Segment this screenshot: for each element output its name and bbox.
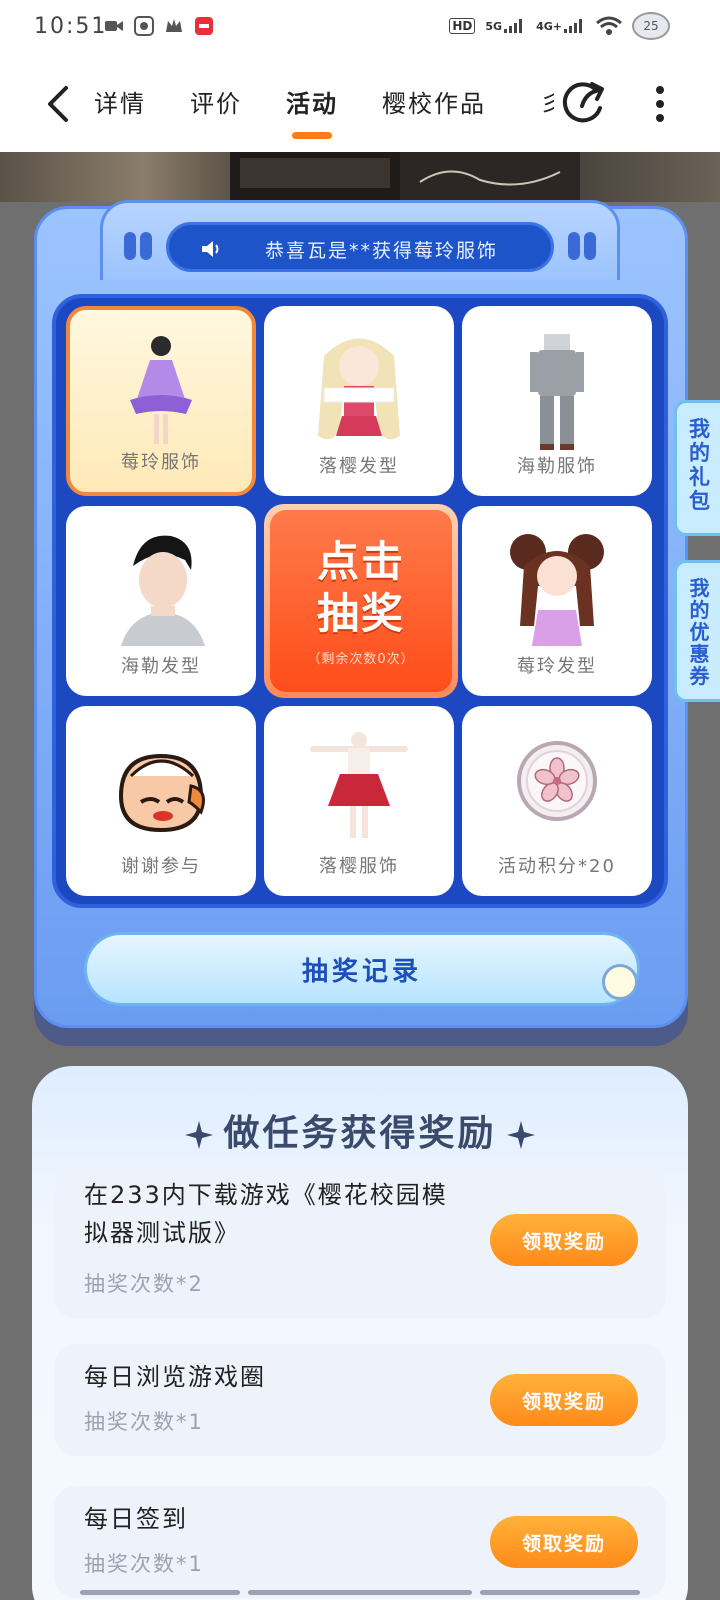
board-deco-left [140,232,152,260]
hd-indicator: HD [449,18,476,34]
tasks-title: 做任务获得奖励 [32,1104,688,1156]
video-icon [105,21,123,31]
sparkle-icon [506,1121,535,1149]
tasks-panel: 做任务获得奖励 在233内下载游戏《樱花校园模拟器测试版》 抽奖次数*2 领取奖… [32,1066,688,1600]
my-gift-pack-label: 我的礼包 [689,417,710,513]
task-item: 在233内下载游戏《樱花校园模拟器测试版》 抽奖次数*2 领取奖励 [54,1168,666,1318]
tab-works[interactable]: 樱校作品 [382,84,486,119]
floating-ball[interactable] [602,964,638,1000]
board-deco-left [124,232,136,260]
task-reward-count: 抽奖次数*1 [84,1410,204,1434]
draw-remaining-count: （剩余次数0次） [307,651,415,667]
blonde-hairstyle-icon [318,338,400,440]
status-notification-icons [104,16,214,36]
prize-label: 海勒发型 [121,656,201,677]
status-bar: 10:51 HD 5G 4G+ 25 [0,0,720,56]
banner-art [230,152,580,202]
prize-label: 莓玲服饰 [121,452,201,473]
more-menu-icon[interactable] [654,84,666,124]
sakura-coin-icon [517,741,597,821]
top-nav-bar: 详情 评价 活动 樱校作品 彡 [0,56,720,152]
task-name: 在233内下载游戏《樱花校园模拟器测试版》 [84,1181,448,1247]
draw-button-face: 点击 抽奖 （剩余次数0次） [270,510,452,692]
wifi-icon [596,16,622,35]
winner-notice-text: 恭喜瓦是**获得莓玲服饰 [265,240,499,262]
red-app-icon [195,17,213,35]
app-icon [134,16,154,36]
prize-cell[interactable]: 海勒服饰 [462,306,652,496]
battery-icon: 25 [632,12,670,40]
prize-cell[interactable]: 落樱服饰 [264,706,454,896]
draw-title-line2: 抽奖 [316,588,405,638]
task-item: 每日浏览游戏圈 抽奖次数*1 领取奖励 [54,1344,666,1456]
brown-twin-hairstyle-icon [510,534,604,646]
scroll-indicator [248,1590,472,1595]
tab-reviews[interactable]: 评价 [190,84,242,119]
prize-label: 落樱服饰 [319,856,399,877]
prize-cell[interactable]: 落樱发型 [264,306,454,496]
draw-lottery-button[interactable]: 点击 抽奖 （剩余次数0次） [264,504,458,698]
tab-activity[interactable]: 活动 [286,84,338,119]
back-arrow-icon[interactable] [44,84,72,124]
status-right-icons: HD 5G 4G+ 25 [449,12,670,40]
nav-tabs: 详情 评价 活动 樱校作品 [94,84,530,119]
banner-image [0,152,720,202]
task-reward-count: 抽奖次数*1 [84,1552,204,1576]
prize-cell[interactable]: 活动积分*20 [462,706,652,896]
red-dress-outfit-icon [310,732,408,838]
my-coupons-label: 我的优惠券 [689,576,710,688]
tasks-title-text: 做任务获得奖励 [223,1113,497,1154]
status-time: 10:51 [34,14,108,39]
prize-cell[interactable]: 莓玲发型 [462,506,652,696]
purple-dress-outfit-icon [130,336,192,444]
prize-label: 莓玲发型 [517,656,597,677]
grey-uniform-outfit-icon [530,334,584,450]
task-name: 每日浏览游戏圈 [84,1363,266,1391]
speaker-icon [202,241,219,257]
claim-reward-button[interactable]: 领取奖励 [490,1516,638,1568]
task-item: 每日签到 抽奖次数*1 领取奖励 [54,1486,666,1598]
lottery-record-label: 抽奖记录 [301,956,422,987]
my-coupons-tab[interactable]: 我的优惠券 [674,560,720,702]
board-deco-right [584,232,596,260]
scroll-indicator [80,1590,240,1595]
board-deco-right [568,232,580,260]
tab-overflow-hint[interactable]: 彡 [540,86,554,118]
task-name: 每日签到 [84,1505,188,1533]
my-gift-pack-tab[interactable]: 我的礼包 [674,400,720,536]
prize-cell[interactable]: 莓玲服饰 [66,306,256,496]
task-reward-count: 抽奖次数*2 [84,1272,204,1296]
prize-cell[interactable]: 谢谢参与 [66,706,256,896]
share-icon[interactable] [560,78,608,126]
prize-label: 谢谢参与 [121,856,201,877]
5g-signal-icon: 5G [485,19,526,33]
prize-label: 落樱发型 [319,456,399,477]
scroll-indicator [480,1590,640,1595]
4g-signal-icon: 4G+ [536,19,586,33]
prize-label: 活动积分*20 [498,856,616,877]
crown-icon [166,19,182,32]
prize-cell[interactable]: 海勒发型 [66,506,256,696]
winner-notice-bar: 恭喜瓦是**获得莓玲服饰 [166,222,554,272]
prize-label: 海勒服饰 [517,456,597,477]
sparkle-icon [185,1121,214,1149]
tab-details[interactable]: 详情 [94,84,146,119]
claim-reward-button[interactable]: 领取奖励 [490,1374,638,1426]
draw-title-line1: 点击 [316,536,405,586]
dark-hairstyle-icon [121,535,205,646]
claim-reward-button[interactable]: 领取奖励 [490,1214,638,1266]
mascot-face-icon [118,753,205,833]
lottery-record-button[interactable]: 抽奖记录 [84,932,640,1006]
